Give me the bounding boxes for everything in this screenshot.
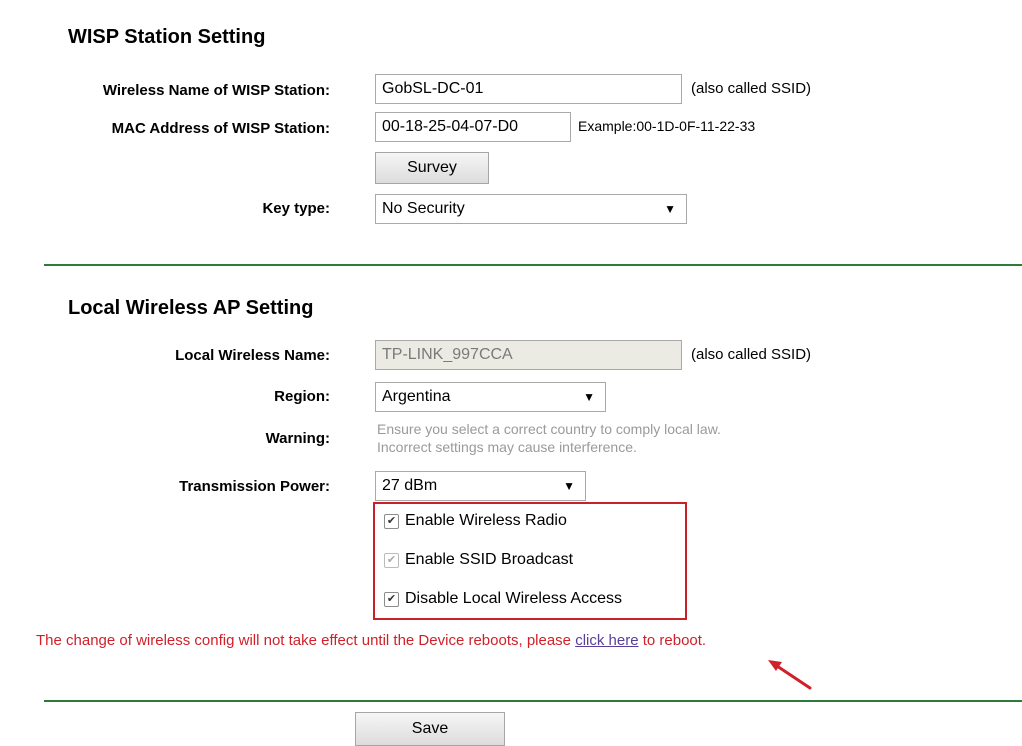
key-type-value: No Security xyxy=(382,200,465,217)
wireless-name-label: Wireless Name of WISP Station: xyxy=(102,82,330,99)
checkbox-checked-disabled-icon: ✔ xyxy=(384,552,399,568)
reboot-notice-suffix: to reboot. xyxy=(638,632,707,649)
click-here-link[interactable]: click here xyxy=(575,632,638,649)
chevron-down-icon: ▼ xyxy=(563,479,575,493)
save-button[interactable]: Save xyxy=(355,712,505,746)
annotation-arrow-icon xyxy=(768,660,812,690)
disable-local-wireless-access-label: Disable Local Wireless Access xyxy=(405,590,622,607)
enable-wireless-radio-label: Enable Wireless Radio xyxy=(405,512,567,529)
transmission-power-label: Transmission Power: xyxy=(179,478,330,495)
enable-wireless-radio-row[interactable]: ✔ Enable Wireless Radio xyxy=(384,512,567,530)
wireless-name-input[interactable]: GobSL-DC-01 xyxy=(375,74,682,104)
chevron-down-icon: ▼ xyxy=(583,390,595,404)
enable-ssid-broadcast-row: ✔ Enable SSID Broadcast xyxy=(384,551,573,569)
wisp-ssid-hint: (also called SSID) xyxy=(691,80,812,97)
survey-button[interactable]: Survey xyxy=(375,152,489,184)
wisp-section-title: WISP Station Setting xyxy=(68,26,266,48)
mac-address-input[interactable]: 00-18-25-04-07-D0 xyxy=(375,112,571,142)
warning-text: Ensure you select a correct country to c… xyxy=(377,420,721,456)
local-ap-section-title: Local Wireless AP Setting xyxy=(68,297,314,319)
region-select[interactable]: Argentina ▼ xyxy=(375,382,606,412)
section-divider-top xyxy=(44,264,1022,266)
region-label: Region: xyxy=(274,388,330,405)
enable-ssid-broadcast-label: Enable SSID Broadcast xyxy=(405,551,574,568)
reboot-notice-text: The change of wireless config will not t… xyxy=(36,632,576,649)
warning-line-2: Incorrect settings may cause interferenc… xyxy=(377,439,637,455)
reboot-notice: The change of wireless config will not t… xyxy=(36,632,706,649)
local-wireless-name-input: TP-LINK_997CCA xyxy=(375,340,682,370)
warning-line-1: Ensure you select a correct country to c… xyxy=(377,421,721,437)
section-divider-bottom xyxy=(44,700,1022,702)
mac-address-label: MAC Address of WISP Station: xyxy=(111,120,330,137)
transmission-power-select[interactable]: 27 dBm ▼ xyxy=(375,471,586,501)
mac-example-hint: Example:00-1D-0F-11-22-33 xyxy=(578,118,756,134)
local-wireless-name-label: Local Wireless Name: xyxy=(175,347,330,364)
transmission-power-value: 27 dBm xyxy=(382,477,438,494)
local-ssid-hint: (also called SSID) xyxy=(691,346,812,363)
warning-label: Warning: xyxy=(265,430,330,447)
key-type-select[interactable]: No Security ▼ xyxy=(375,194,687,224)
checkbox-checked-icon[interactable]: ✔ xyxy=(384,591,399,607)
checkbox-checked-icon[interactable]: ✔ xyxy=(384,513,399,529)
chevron-down-icon: ▼ xyxy=(664,202,676,216)
disable-local-wireless-access-row[interactable]: ✔ Disable Local Wireless Access xyxy=(384,590,622,608)
region-value: Argentina xyxy=(382,388,451,405)
key-type-label: Key type: xyxy=(262,200,330,217)
